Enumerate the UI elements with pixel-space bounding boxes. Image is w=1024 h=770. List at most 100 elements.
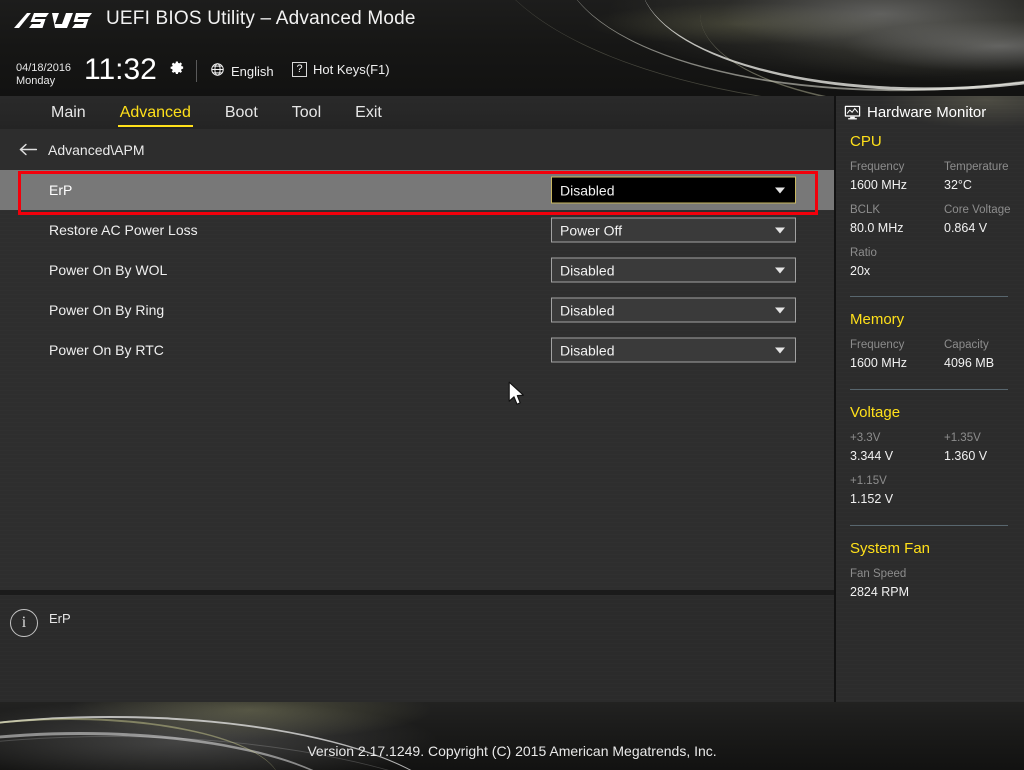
hardware-monitor-label: Hardware Monitor [867, 104, 987, 121]
hw-divider-2 [850, 389, 1008, 390]
hw-section-memory: Memory Frequency Capacity 1600 MHz 4096 … [836, 311, 1024, 372]
hw-value: 80.0 MHz [850, 221, 904, 235]
power-on-by-rtc-dropdown[interactable]: Disabled [551, 337, 796, 363]
restore-ac-power-loss-dropdown[interactable]: Power Off [551, 217, 796, 243]
tab-tool[interactable]: Tool [275, 102, 338, 124]
clock-display: 11:32 [84, 53, 157, 86]
hw-key: Fan Speed [850, 568, 907, 580]
hw-entries-voltage: +3.3V +1.35V 3.344 V 1.360 V [850, 430, 1024, 465]
hw-key: BCLK [850, 204, 881, 216]
globe-icon [210, 62, 225, 80]
main-tab-bar: Main Advanced Boot Tool Exit [0, 96, 836, 129]
asus-logo [14, 10, 94, 32]
erp-dropdown[interactable]: Disabled [551, 176, 796, 204]
header-swoosh-4 [480, 0, 1024, 96]
hw-key: Capacity [944, 339, 989, 351]
hardware-monitor-sidebar: Hardware Monitor CPU Frequency Temperatu… [836, 96, 1024, 702]
header-divider [196, 60, 197, 82]
power-on-by-wol-dropdown[interactable]: Disabled [551, 257, 796, 283]
header-swoosh-3 [698, 0, 1024, 96]
setting-row-power-on-by-wol[interactable]: Power On By WOL Disabled [0, 250, 836, 290]
tab-advanced[interactable]: Advanced [103, 102, 208, 127]
info-icon: i [10, 609, 38, 637]
chevron-down-icon [775, 267, 785, 273]
hw-entries-voltage-2: +1.15V 1.152 V [850, 473, 1024, 508]
hw-key: +1.15V [850, 475, 887, 487]
hardware-monitor-title: Hardware Monitor [836, 96, 1024, 121]
hw-key: Temperature [944, 161, 1009, 173]
hw-section-system-fan: System Fan Fan Speed 2824 RPM [836, 540, 1024, 601]
chevron-down-icon [775, 187, 785, 193]
hw-value: 0.864 V [944, 221, 988, 235]
header-swoosh-2 [636, 0, 1024, 96]
hw-section-title-voltage: Voltage [850, 404, 901, 421]
erp-dropdown-value: Disabled [560, 182, 615, 198]
chevron-down-icon [775, 347, 785, 353]
hw-key: Frequency [850, 339, 905, 351]
date-display: 04/18/2016 Monday [16, 62, 71, 88]
restore-ac-power-loss-dropdown-value: Power Off [560, 222, 622, 238]
hw-value: 1.360 V [944, 449, 988, 463]
chevron-down-icon [775, 307, 785, 313]
power-on-by-wol-dropdown-value: Disabled [560, 262, 615, 278]
help-text: ErP [49, 611, 71, 626]
date-value: 04/18/2016 [16, 62, 72, 74]
setting-label: Power On By Ring [49, 302, 165, 318]
hw-section-title-memory: Memory [850, 311, 905, 328]
hw-value: 32°C [944, 178, 972, 192]
setting-row-power-on-by-rtc[interactable]: Power On By RTC Disabled [0, 330, 836, 370]
help-info-panel: i ErP [0, 595, 836, 702]
hw-entries-system-fan: Fan Speed 2824 RPM [850, 566, 1024, 601]
hw-entries-cpu-2: BCLK Core Voltage 80.0 MHz 0.864 V [850, 202, 1024, 237]
chevron-down-icon [775, 227, 785, 233]
setting-row-restore-ac-power-loss[interactable]: Restore AC Power Loss Power Off [0, 210, 836, 250]
tab-main[interactable]: Main [34, 102, 103, 124]
tab-boot[interactable]: Boot [208, 102, 275, 124]
hotkeys-label: Hot Keys(F1) [313, 62, 390, 77]
power-on-by-ring-dropdown[interactable]: Disabled [551, 297, 796, 323]
hw-value: 4096 MB [944, 356, 995, 370]
hw-entries-cpu: Frequency Temperature 1600 MHz 32°C [850, 159, 1024, 194]
header-swoosh-1 [552, 0, 1024, 96]
bios-screen: UEFI BIOS Utility – Advanced Mode 04/18/… [0, 0, 1024, 770]
hw-section-voltage: Voltage +3.3V +1.35V 3.344 V 1.360 V +1.… [836, 404, 1024, 508]
hw-divider-3 [850, 525, 1008, 526]
weekday-value: Monday [16, 75, 56, 87]
version-text: Version 2.17.1249. Copyright (C) 2015 Am… [307, 743, 717, 759]
hw-section-title-cpu: CPU [850, 133, 882, 150]
hw-value: 2824 RPM [850, 585, 910, 599]
hw-value: 3.344 V [850, 449, 894, 463]
setting-row-erp[interactable]: ErP Disabled [0, 170, 836, 210]
breadcrumb-path: Advanced\APM [48, 141, 145, 158]
hw-section-cpu: CPU Frequency Temperature 1600 MHz 32°C … [836, 133, 1024, 280]
gear-icon[interactable] [170, 60, 185, 75]
power-on-by-rtc-dropdown-value: Disabled [560, 342, 615, 358]
hotkeys-button[interactable]: ? Hot Keys(F1) [292, 62, 390, 77]
hw-value: 1600 MHz [850, 356, 907, 370]
header-bar: UEFI BIOS Utility – Advanced Mode 04/18/… [0, 0, 1024, 96]
breadcrumb: Advanced\APM [0, 129, 836, 170]
footer-bar: Version 2.17.1249. Copyright (C) 2015 Am… [0, 702, 1024, 770]
language-selector[interactable]: English [210, 62, 274, 80]
setting-label: Power On By WOL [49, 262, 168, 278]
monitor-chart-icon [844, 105, 861, 121]
setting-label: Power On By RTC [49, 342, 164, 358]
setting-row-power-on-by-ring[interactable]: Power On By Ring Disabled [0, 290, 836, 330]
setting-label: ErP [49, 182, 73, 198]
back-arrow-icon[interactable] [18, 142, 38, 158]
hw-entries-cpu-3: Ratio 20x [850, 245, 1024, 280]
question-box-icon: ? [292, 62, 307, 77]
hw-key: +3.3V [850, 432, 881, 444]
hw-value: 20x [850, 264, 871, 278]
language-label: English [231, 63, 274, 79]
page-title: UEFI BIOS Utility – Advanced Mode [106, 8, 416, 29]
hw-key: Ratio [850, 247, 877, 259]
setting-label: Restore AC Power Loss [49, 222, 198, 238]
hw-key: Core Voltage [944, 204, 1011, 216]
tab-exit[interactable]: Exit [338, 102, 399, 124]
hw-divider-1 [850, 296, 1008, 297]
hw-key: +1.35V [944, 432, 981, 444]
settings-list: ErP Disabled Restore AC Power Loss Power… [0, 170, 836, 590]
hw-value: 1.152 V [850, 492, 894, 506]
hw-entries-memory: Frequency Capacity 1600 MHz 4096 MB [850, 337, 1024, 372]
